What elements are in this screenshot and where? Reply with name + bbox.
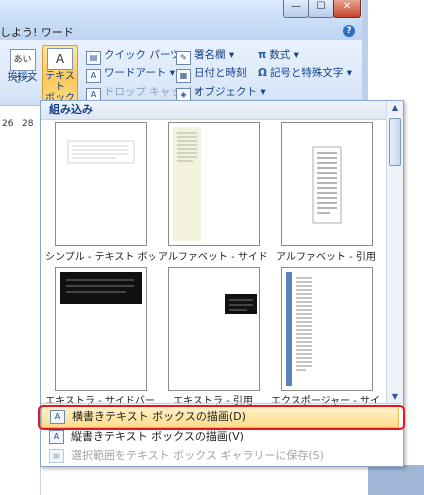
equation-label: 数式 <box>269 49 291 61</box>
extra-quote-preview <box>225 294 257 314</box>
thumbnail-exposure-sidebar[interactable] <box>281 267 373 391</box>
symbol-button[interactable]: Ω 記号と特殊文字 ▾ <box>258 65 352 80</box>
greeting-icon: あいさつ <box>9 49 36 85</box>
document-area[interactable] <box>0 131 41 495</box>
calendar-icon: ▦ <box>176 69 191 83</box>
object-label: オブジェクト <box>194 86 257 98</box>
wordart-icon: A <box>86 69 101 83</box>
simple-textbox-preview <box>67 140 135 164</box>
close-icon: ✕ <box>342 1 352 12</box>
datetime-button[interactable]: ▦ 日付と時刻 <box>176 65 247 83</box>
greeting-button[interactable]: あいさつ 挨拶文 <box>5 47 40 85</box>
greeting-label: 挨拶文 <box>7 72 38 83</box>
thumbnail-label: アルファベット - サイドバー <box>158 252 268 263</box>
scrollbar-thumb[interactable] <box>389 118 401 166</box>
quick-parts-button[interactable]: ▤クイック パーツ ▾ <box>86 47 189 65</box>
thumbnail-extra-sidebar[interactable] <box>55 267 147 391</box>
signature-icon: ✎ <box>176 51 191 65</box>
menu-item-label: 縦書きテキスト ボックスの描画(V) <box>71 430 244 443</box>
minimize-icon: — <box>291 1 301 12</box>
textbox-button[interactable]: A テキスト ボックス <box>42 45 78 115</box>
ruler: 26 28 <box>0 118 40 131</box>
thumbnail-simple-textbox[interactable] <box>55 122 147 246</box>
gallery-section-header: 組み込み <box>41 101 394 120</box>
datetime-label: 日付と時刻 <box>194 67 247 79</box>
thumbnail-alphabet-quote[interactable] <box>281 122 373 246</box>
signature-label: 署名欄 <box>194 49 226 61</box>
ruler-number-26: 26 <box>2 119 14 129</box>
wordart-button[interactable]: A ワードアート ▾ <box>86 65 175 83</box>
extra-sidebar-preview <box>60 272 142 304</box>
textbox-icon: A <box>47 48 73 70</box>
quick-parts-icon: ▤ <box>86 51 101 65</box>
alphabet-sidebar-preview <box>173 127 201 241</box>
thumbnail-alphabet-sidebar[interactable] <box>168 122 260 246</box>
ruler-number-28: 28 <box>22 119 34 129</box>
wordart-label: ワードアート <box>104 67 167 79</box>
window-title: しよう! ワード <box>0 26 74 39</box>
taskbar-region <box>368 465 424 495</box>
save-selection-menu-item: ▣ 選択範囲をテキスト ボックス ギャラリーに保存(S) <box>41 446 401 466</box>
minimize-button[interactable]: — <box>283 0 309 18</box>
menu-separator <box>41 403 401 404</box>
scroll-up-arrow-icon[interactable]: ▲ <box>387 101 403 115</box>
save-to-gallery-icon: ▣ <box>49 449 64 463</box>
maximize-button[interactable]: ☐ <box>308 0 334 18</box>
alphabet-quote-preview <box>312 146 342 224</box>
signature-button[interactable]: ✎ 署名欄 ▾ <box>176 47 234 65</box>
gallery-scrollbar[interactable]: ▲ ▼ <box>386 101 403 404</box>
pi-icon: π <box>258 49 267 61</box>
maximize-icon: ☐ <box>316 1 326 12</box>
close-button[interactable]: ✕ <box>333 0 361 18</box>
textbox-label-line1: テキスト <box>45 71 75 93</box>
thumbnail-extra-quote[interactable] <box>168 267 260 391</box>
menu-item-label: 選択範囲をテキスト ボックス ギャラリーに保存(S) <box>71 449 324 462</box>
vertical-textbox-icon: A <box>49 430 64 444</box>
help-icon[interactable]: ? <box>343 25 355 37</box>
draw-vertical-textbox-menu-item[interactable]: A 縦書きテキスト ボックスの描画(V) <box>41 427 401 447</box>
omega-icon: Ω <box>258 67 267 79</box>
exposure-sidebar-preview <box>286 272 312 386</box>
symbol-label: 記号と特殊文字 <box>269 67 344 79</box>
equation-button[interactable]: π 数式 ▾ <box>258 47 299 62</box>
scroll-down-arrow-icon[interactable]: ▼ <box>387 390 403 404</box>
thumbnail-label: アルファベット - 引用 <box>276 252 376 263</box>
thumbnail-label: シンプル - テキスト ボッ... <box>45 252 155 263</box>
quick-parts-label: クイック パーツ <box>104 49 181 61</box>
highlight-outline <box>38 405 405 430</box>
